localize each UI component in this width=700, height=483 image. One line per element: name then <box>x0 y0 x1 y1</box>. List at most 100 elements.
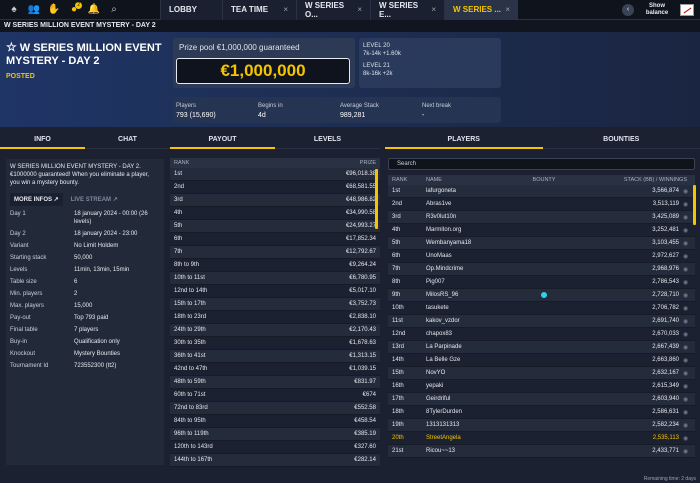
info-icon[interactable]: ◉ <box>683 240 691 247</box>
player-row[interactable]: 8th Pig007 2,786,543 ◉ <box>388 276 695 289</box>
info-icon[interactable]: ◉ <box>683 279 691 286</box>
window-tab[interactable]: LOBBY <box>160 0 222 20</box>
window-tab[interactable]: W SERIES ... × <box>444 0 518 20</box>
info-icon[interactable]: ◉ <box>683 201 691 208</box>
info-tabs: INFO CHAT <box>0 131 170 149</box>
player-row[interactable]: 14th La Belle Gze 2,663,860 ◉ <box>388 354 695 367</box>
users-icon[interactable]: 👥 <box>24 1 44 19</box>
show-balance-button[interactable]: Show balance <box>640 3 674 17</box>
payout-row: 84th to 95th €458.54 <box>170 415 380 428</box>
info-icon[interactable]: ◉ <box>683 383 691 390</box>
flag-icon[interactable] <box>680 3 694 16</box>
player-row[interactable]: 17th Geirdriful 2,603,940 ◉ <box>388 393 695 406</box>
player-row[interactable]: 9th MilosRS_96 2,728,710 ◉ <box>388 289 695 302</box>
details-list: Day 1 18 january 2024 - 00:00 (26 levels)… <box>10 210 160 370</box>
payout-rank: 3rd <box>174 197 183 203</box>
window-tab[interactable]: W SERIES O... × <box>296 0 370 20</box>
detail-key: Levels <box>10 267 28 273</box>
live-stream-button[interactable]: LIVE STREAM ↗ <box>67 193 122 206</box>
payout-prize: €96,018.38 <box>345 171 376 177</box>
detail-value: 7 players <box>74 327 99 333</box>
info-icon[interactable]: ◉ <box>683 409 691 416</box>
search-icon[interactable]: ⌕ <box>104 1 124 19</box>
payout-rank: 42nd to 47th <box>174 366 208 372</box>
player-row[interactable]: 6th UnoMaas 2,972,627 ◉ <box>388 250 695 263</box>
search-input[interactable]: Search <box>388 158 695 170</box>
player-row[interactable]: 21st Ricou~~13 2,433,771 ◉ <box>388 445 695 458</box>
payout-row: 120th to 143rd €327.60 <box>170 441 380 454</box>
close-icon[interactable]: × <box>283 5 288 14</box>
window-tab[interactable]: W SERIES E... × <box>370 0 444 20</box>
tab-bounties[interactable]: BOUNTIES <box>543 131 700 149</box>
player-row[interactable]: 20th StreetAngela 2,535,113 ◉ <box>388 432 695 445</box>
hand-icon[interactable]: ✋ <box>44 1 64 19</box>
tab-info[interactable]: INFO <box>0 131 85 149</box>
player-row[interactable]: 7th Op.Mindcrime 2,968,976 ◉ <box>388 263 695 276</box>
detail-row: Day 1 18 january 2024 - 00:00 (26 levels) <box>10 210 160 226</box>
payout-scrollbar[interactable] <box>375 169 378 229</box>
info-icon[interactable]: ◉ <box>683 253 691 260</box>
info-icon[interactable]: ◉ <box>683 422 691 429</box>
info-icon[interactable]: ◉ <box>683 305 691 312</box>
payout-row: 60th to 71st €674 <box>170 389 380 402</box>
players-scrollbar[interactable] <box>693 185 696 225</box>
player-row[interactable]: 16th yepaki 2,615,349 ◉ <box>388 380 695 393</box>
player-row[interactable]: 2nd Abras1ve 3,513,119 ◉ <box>388 198 695 211</box>
player-row[interactable]: 12nd chapox83 2,670,033 ◉ <box>388 328 695 341</box>
payout-prize: €458.54 <box>354 418 376 424</box>
info-icon[interactable]: ◉ <box>683 266 691 273</box>
player-row[interactable]: 5th Wembanyama18 3,103,455 ◉ <box>388 237 695 250</box>
player-name: R3v0lut10n <box>426 214 457 220</box>
stat-value: 989,281 <box>340 112 366 119</box>
info-icon[interactable]: ◉ <box>683 370 691 377</box>
player-name: La Parpinade <box>426 344 462 350</box>
spade-icon[interactable]: ♠ <box>4 1 24 19</box>
info-icon[interactable]: ◉ <box>683 214 691 221</box>
payout-row: 96th to 119th €385.19 <box>170 428 380 441</box>
player-row[interactable]: 1st lafurgoneta 3,566,874 ◉ <box>388 185 695 198</box>
info-icon[interactable]: ◉ <box>683 331 691 338</box>
close-icon[interactable]: × <box>431 5 436 14</box>
info-icon[interactable]: ◉ <box>683 448 691 455</box>
coin-icon[interactable]: ● 2 <box>64 1 84 19</box>
info-icon[interactable]: ◉ <box>683 357 691 364</box>
tab-levels[interactable]: LEVELS <box>275 131 380 149</box>
info-icon[interactable]: ◉ <box>683 396 691 403</box>
player-row[interactable]: 18th 8TylerDurden 2,586,631 ◉ <box>388 406 695 419</box>
player-row[interactable]: 3rd R3v0lut10n 3,425,089 ◉ <box>388 211 695 224</box>
chevron-left-icon[interactable]: ‹ <box>622 3 634 16</box>
info-icon[interactable]: ◉ <box>683 318 691 325</box>
star-icon[interactable]: ☆ <box>6 40 17 54</box>
player-row[interactable]: 19th 1313131313 2,582,234 ◉ <box>388 419 695 432</box>
info-icon[interactable]: ◉ <box>683 344 691 351</box>
payout-prize: €552.58 <box>354 405 376 411</box>
payout-prize: €3,752.73 <box>349 301 376 307</box>
tab-payout[interactable]: PAYOUT <box>170 131 275 149</box>
info-icon[interactable]: ◉ <box>683 188 691 195</box>
player-row[interactable]: 11st kakov_vzdor 2,691,740 ◉ <box>388 315 695 328</box>
info-icon[interactable]: ◉ <box>683 435 691 442</box>
player-rank: 17th <box>392 396 404 402</box>
close-icon[interactable]: × <box>505 5 510 14</box>
info-icon[interactable]: ◉ <box>683 227 691 234</box>
player-row[interactable]: 4th Marmiton.org 3,252,481 ◉ <box>388 224 695 237</box>
payout-rank: 120th to 143rd <box>174 444 213 450</box>
payout-rank: 6th <box>174 236 183 242</box>
detail-row: Buy-in Qualification only <box>10 338 160 346</box>
window-tab[interactable]: TEA TIME × <box>222 0 296 20</box>
payout-rank: 96th to 119th <box>174 431 209 437</box>
close-icon[interactable]: × <box>357 5 362 14</box>
player-row[interactable]: 15th NovYO 2,632,167 ◉ <box>388 367 695 380</box>
player-row[interactable]: 10th tasukete 2,706,782 ◉ <box>388 302 695 315</box>
more-info-button[interactable]: MORE INFOS ↗ <box>10 193 63 206</box>
payout-rank: 84th to 95th <box>174 418 206 424</box>
player-row[interactable]: 13rd La Parpinade 2,667,439 ◉ <box>388 341 695 354</box>
tab-players[interactable]: PLAYERS <box>385 131 543 149</box>
player-stack: 3,252,481 <box>652 227 679 233</box>
payout-row: 8th to 9th €9,264.24 <box>170 259 380 272</box>
tab-chat[interactable]: CHAT <box>85 131 170 149</box>
bell-icon[interactable]: 🔔 <box>84 1 104 19</box>
player-stack: 3,566,874 <box>652 188 679 194</box>
info-icon[interactable]: ◉ <box>683 292 691 299</box>
player-rank: 14th <box>392 357 404 363</box>
